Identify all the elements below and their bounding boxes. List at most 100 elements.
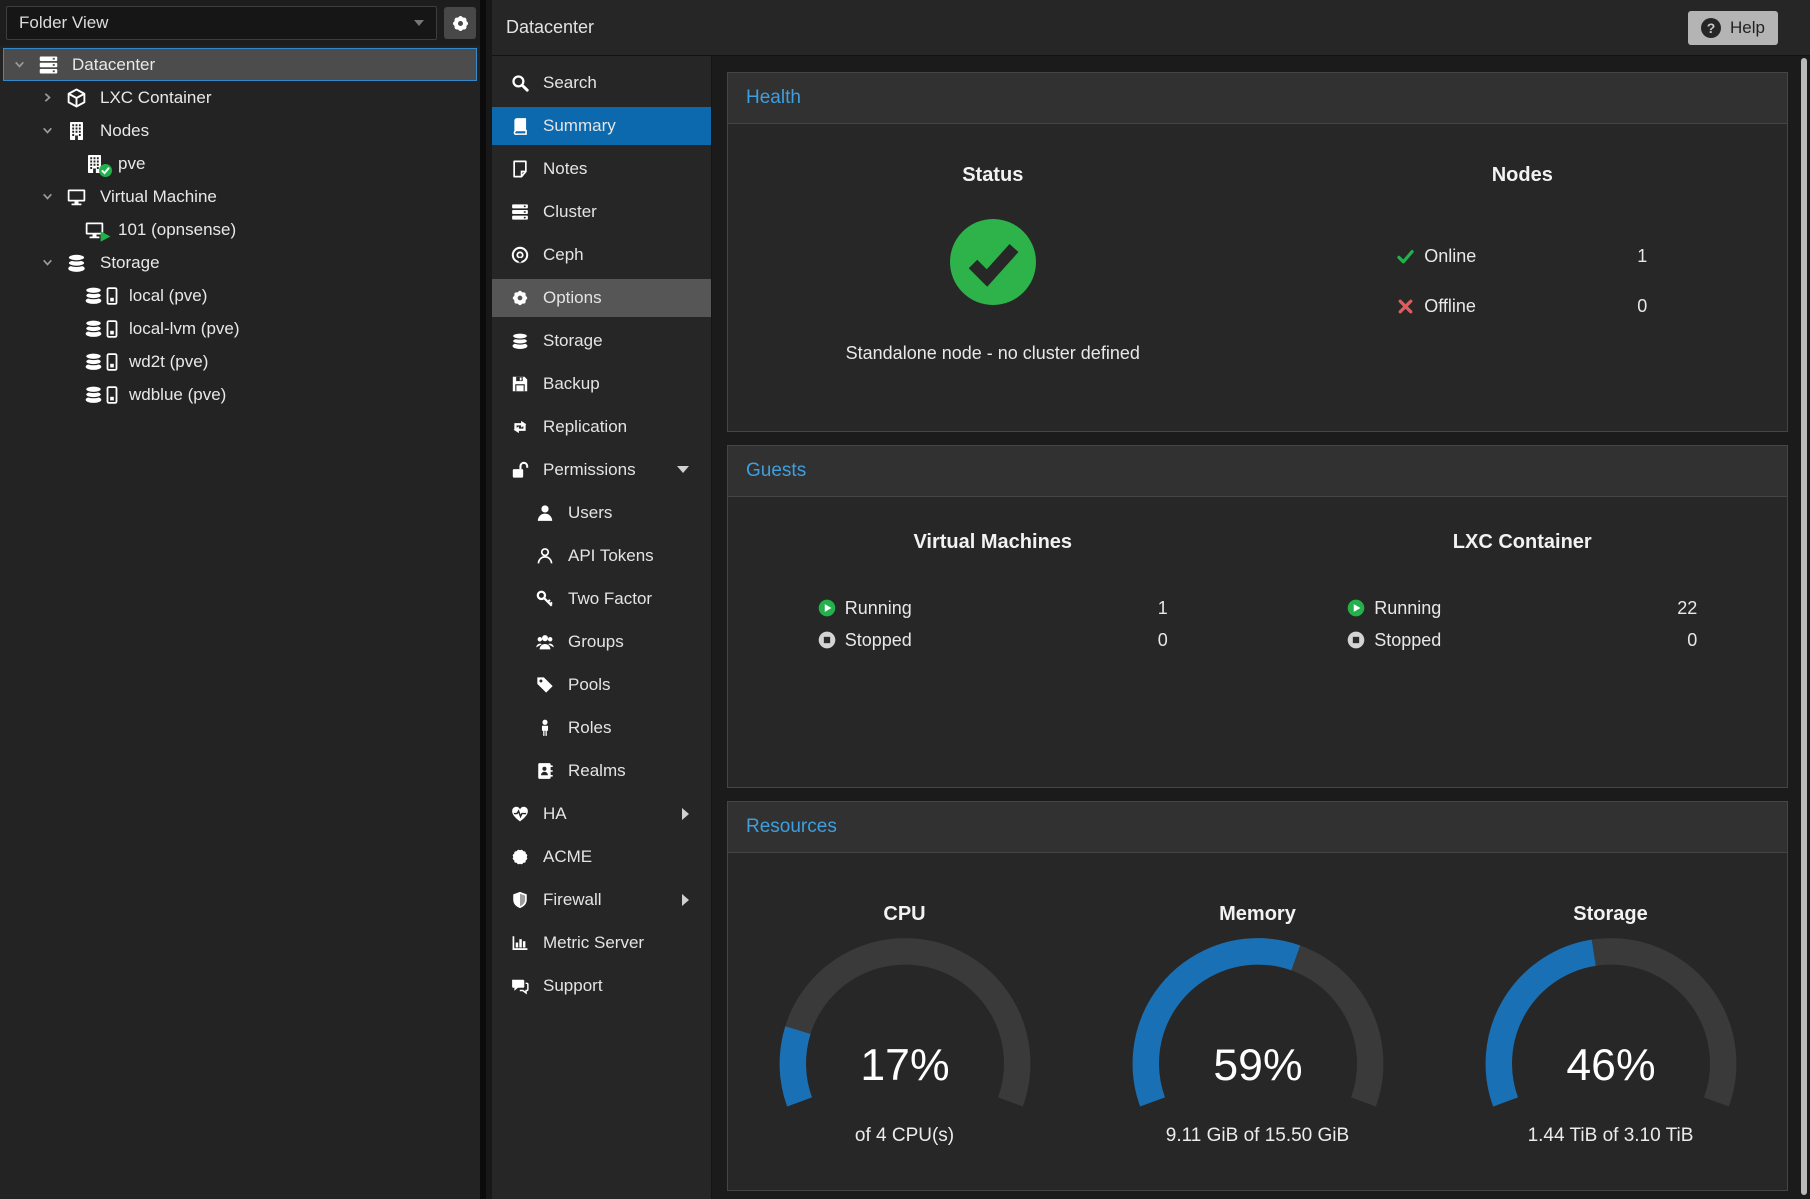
health-panel: Health Status Standalone node - no clust…	[727, 72, 1788, 432]
tree-item-virtual-machine[interactable]: Virtual Machine	[3, 180, 477, 213]
storage-volume-icon	[83, 352, 118, 371]
container-icon	[65, 88, 88, 108]
help-button-label: Help	[1730, 18, 1765, 38]
unlock-icon	[510, 460, 530, 480]
menu-item-label: Groups	[568, 632, 624, 652]
collapse-icon[interactable]	[41, 124, 65, 137]
vm-heading: Virtual Machines	[728, 531, 1258, 554]
menu-item-two-factor[interactable]: Two Factor	[492, 580, 711, 618]
lxc-stopped-value: 0	[1687, 630, 1697, 651]
vertical-scrollbar[interactable]	[1801, 58, 1807, 1195]
menu-item-storage[interactable]: Storage	[492, 322, 711, 360]
virtual-machines-section: Virtual Machines Running 1 Stopped 0	[728, 497, 1258, 656]
memory-percent: 59%	[1213, 1041, 1302, 1090]
tree-item-nodes[interactable]: Nodes	[3, 114, 477, 147]
tree-item-label: wd2t (pve)	[129, 352, 208, 372]
tree-item-storage-wdblue[interactable]: wdblue (pve)	[3, 378, 477, 411]
menu-item-roles[interactable]: Roles	[492, 709, 711, 747]
tree-item-pve[interactable]: pve	[3, 147, 477, 180]
tree-item-label: wdblue (pve)	[129, 385, 226, 405]
help-button[interactable]: ? Help	[1688, 11, 1778, 45]
shield-icon	[510, 890, 530, 910]
menu-item-summary[interactable]: Summary	[492, 107, 711, 145]
menu-item-acme[interactable]: ACME	[492, 838, 711, 876]
lxc-stopped-row: Stopped 0	[1347, 624, 1697, 656]
menu-item-label: Pools	[568, 675, 611, 695]
storage-volume-icon	[83, 385, 118, 404]
collapse-icon[interactable]	[41, 190, 65, 203]
menu-item-permissions[interactable]: Permissions	[492, 451, 711, 489]
expand-icon[interactable]	[41, 91, 65, 104]
vm-running-label: Running	[845, 598, 912, 619]
view-selector[interactable]: Folder View	[6, 6, 437, 40]
menu-item-ha[interactable]: HA	[492, 795, 711, 833]
menu-item-pools[interactable]: Pools	[492, 666, 711, 704]
cpu-gauge: 17%	[740, 938, 1070, 1123]
menu-item-label: Roles	[568, 718, 611, 738]
tree-item-label: Datacenter	[72, 55, 155, 75]
menu-item-label: API Tokens	[568, 546, 654, 566]
tree-item-storage-local-lvm[interactable]: local-lvm (pve)	[3, 312, 477, 345]
collapse-icon[interactable]	[41, 256, 65, 269]
person-icon	[535, 718, 555, 738]
nodes-status-section: Nodes Online 1 Offline 0	[1258, 124, 1788, 364]
chevron-right-icon	[682, 894, 689, 906]
floppy-icon	[510, 374, 530, 394]
storage-volume-icon	[83, 319, 118, 338]
menu-item-backup[interactable]: Backup	[492, 365, 711, 403]
chevron-down-icon	[414, 20, 424, 26]
memory-sub-label: 9.11 GiB of 15.50 GiB	[1081, 1125, 1434, 1147]
gear-icon	[510, 288, 530, 308]
menu-item-options[interactable]: Options	[492, 279, 711, 317]
tree-item-lxc-container[interactable]: LXC Container	[3, 81, 477, 114]
tree-item-storage-wd2t[interactable]: wd2t (pve)	[3, 345, 477, 378]
comments-icon	[510, 976, 530, 996]
menu-item-search[interactable]: Search	[492, 64, 711, 102]
menu-item-replication[interactable]: Replication	[492, 408, 711, 446]
datacenter-icon	[37, 55, 60, 75]
nodes-online-label: Online	[1424, 246, 1476, 267]
check-badge-icon	[99, 164, 112, 177]
menu-item-ceph[interactable]: Ceph	[492, 236, 711, 274]
cpu-sub-label: of 4 CPU(s)	[728, 1125, 1081, 1147]
menu-item-label: Firewall	[543, 890, 602, 910]
menu-item-firewall[interactable]: Firewall	[492, 881, 711, 919]
tree-item-label: Virtual Machine	[100, 187, 217, 207]
tree-item-label: Nodes	[100, 121, 149, 141]
menu-item-users[interactable]: Users	[492, 494, 711, 532]
health-panel-header: Health	[728, 73, 1787, 124]
tree-item-vm-101[interactable]: 101 (opnsense)	[3, 213, 477, 246]
storage-icon	[65, 253, 88, 273]
storage-gauge: 46%	[1446, 938, 1776, 1123]
play-circle-icon	[1347, 599, 1365, 617]
burst-icon	[510, 847, 530, 867]
tree-item-datacenter[interactable]: Datacenter	[3, 48, 477, 81]
menu-item-cluster[interactable]: Cluster	[492, 193, 711, 231]
menu-item-support[interactable]: Support	[492, 967, 711, 1005]
menu-item-notes[interactable]: Notes	[492, 150, 711, 188]
menu-item-label: Summary	[543, 116, 616, 136]
status-heading: Status	[728, 164, 1258, 187]
menu-item-api-tokens[interactable]: API Tokens	[492, 537, 711, 575]
lxc-running-value: 22	[1677, 598, 1697, 619]
menu-item-label: HA	[543, 804, 567, 824]
tree-item-storage-local[interactable]: local (pve)	[3, 279, 477, 312]
tree-item-label: LXC Container	[100, 88, 212, 108]
nodes-offline-value: 0	[1637, 296, 1647, 317]
tree-settings-button[interactable]	[444, 7, 476, 39]
menu-item-metric-server[interactable]: Metric Server	[492, 924, 711, 962]
lxc-running-label: Running	[1374, 598, 1441, 619]
lxc-stopped-label: Stopped	[1374, 630, 1441, 651]
users-icon	[535, 632, 555, 652]
view-selector-value: Folder View	[19, 13, 108, 33]
vm-running-value: 1	[1158, 598, 1168, 619]
menu-item-groups[interactable]: Groups	[492, 623, 711, 661]
guests-panel: Guests Virtual Machines Running 1	[727, 445, 1788, 788]
vm-stopped-value: 0	[1158, 630, 1168, 651]
tree-item-storage[interactable]: Storage	[3, 246, 477, 279]
collapse-icon[interactable]	[13, 58, 37, 71]
resource-tree-panel: Folder View Datacenter LXC Container Nod…	[0, 0, 486, 1199]
menu-item-realms[interactable]: Realms	[492, 752, 711, 790]
bar-chart-icon	[510, 933, 530, 953]
tree-item-label: Storage	[100, 253, 160, 273]
